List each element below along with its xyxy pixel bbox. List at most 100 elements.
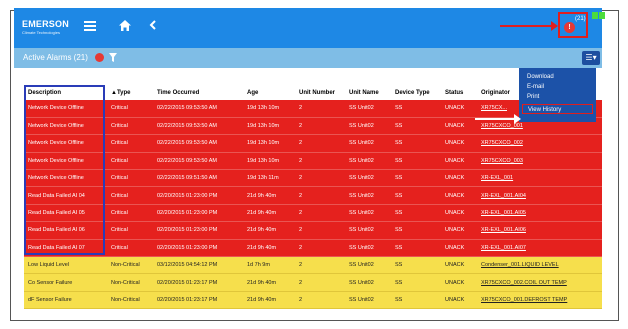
column-header-type[interactable]: ▲Type: [107, 86, 153, 100]
cell-age: 19d 13h 10m: [243, 134, 295, 153]
cell-time-occurred: 02/20/2015 01:23:00 PM: [153, 239, 243, 258]
table-row[interactable]: Read Data Failed AI 04 Critical 02/20/2015…: [24, 186, 602, 205]
callout-arrow-view-history: [475, 114, 521, 124]
cell-time-occurred: 02/22/2015 09:53:50 AM: [153, 117, 243, 136]
cell-unit-number: 2: [295, 152, 345, 171]
actions-menu-button[interactable]: ☰▾: [582, 51, 600, 65]
cell-device-type: SS: [391, 204, 441, 223]
cell-unit-name: SS Unit02: [345, 117, 391, 136]
column-header-time-occurred[interactable]: Time Occurred: [153, 86, 243, 100]
cell-status: UNACK: [441, 221, 477, 240]
active-alarms-title: Active Alarms (21): [23, 53, 88, 62]
column-header-age[interactable]: Age: [243, 86, 295, 100]
cell-description: Network Device Offline: [24, 100, 107, 118]
cell-time-occurred: 02/22/2015 09:51:50 AM: [153, 169, 243, 188]
column-header-description[interactable]: Description: [24, 86, 107, 100]
hamburger-menu-icon[interactable]: [84, 21, 96, 31]
cell-time-occurred: 02/20/2015 01:23:17 PM: [153, 291, 243, 310]
cell-age: 21d 9h 40m: [243, 186, 295, 205]
cell-description: Read Data Failed AI 05: [24, 204, 107, 223]
column-header-unit-name[interactable]: Unit Name: [345, 86, 391, 100]
cell-unit-name: SS Unit02: [345, 186, 391, 205]
filter-icon[interactable]: [109, 53, 117, 62]
home-icon[interactable]: [118, 19, 132, 32]
table-header-row: Description ▲Type Time Occurred Age Unit…: [24, 86, 602, 100]
table-row[interactable]: Low Liquid Level Non-Critical 03/12/2015 0…: [24, 256, 602, 275]
cell-originator[interactable]: XR-EXL_001: [477, 169, 602, 188]
cell-device-type: SS: [391, 291, 441, 310]
back-chevron-icon[interactable]: [149, 20, 157, 30]
top-navigation-bar: EMERSON Climate Technologies ! (21): [14, 8, 605, 48]
cell-unit-number: 2: [295, 134, 345, 153]
cell-description: Read Data Failed AI 06: [24, 221, 107, 240]
cell-device-type: SS: [391, 186, 441, 205]
cell-status: UNACK: [441, 169, 477, 188]
table-row[interactable]: Read Data Failed AI 07 Critical 02/20/2015…: [24, 239, 602, 258]
cell-originator[interactable]: XR75CXCO_003: [477, 152, 602, 171]
cell-type: Non-Critical: [107, 256, 153, 275]
cell-device-type: SS: [391, 239, 441, 258]
cell-originator[interactable]: XR-EXL_001.AI04: [477, 186, 602, 205]
cell-device-type: SS: [391, 117, 441, 136]
cell-unit-number: 2: [295, 204, 345, 223]
cell-type: Critical: [107, 100, 153, 118]
cell-originator[interactable]: XR-EXL_001.AI06: [477, 221, 602, 240]
cell-age: 21d 9h 40m: [243, 221, 295, 240]
cell-originator[interactable]: XR75CXCO_002.COIL OUT TEMP: [477, 273, 602, 292]
alerts-indicator[interactable]: ! (21): [558, 12, 588, 38]
cell-type: Critical: [107, 169, 153, 188]
cell-unit-number: 2: [295, 256, 345, 275]
table-row[interactable]: Read Data Failed AI 06 Critical 02/20/2015…: [24, 221, 602, 240]
menu-item-download[interactable]: Download: [519, 72, 596, 82]
column-header-device-type[interactable]: Device Type: [391, 86, 441, 100]
cell-description: Network Device Offline: [24, 169, 107, 188]
alert-count: (21): [575, 16, 586, 22]
cell-status: UNACK: [441, 239, 477, 258]
cell-type: Critical: [107, 204, 153, 223]
table-row[interactable]: Co Sensor Failure Non-Critical 02/20/2015 …: [24, 273, 602, 292]
cell-description: dF Sensor Failure: [24, 291, 107, 310]
cell-status: UNACK: [441, 134, 477, 153]
cell-originator[interactable]: XR75CXCO_002: [477, 134, 602, 153]
alert-icon: !: [564, 22, 575, 33]
actions-dropdown-menu: Download E-mail Print View History: [519, 68, 596, 122]
cell-unit-name: SS Unit02: [345, 221, 391, 240]
cell-description: Network Device Offline: [24, 152, 107, 171]
cell-unit-number: 2: [295, 273, 345, 292]
emerson-logo: EMERSON Climate Technologies: [22, 19, 72, 35]
cell-unit-name: SS Unit02: [345, 100, 391, 118]
table-row[interactable]: Network Device Offline Critical 02/22/2015…: [24, 134, 602, 153]
cell-age: 19d 13h 10m: [243, 152, 295, 171]
cell-unit-name: SS Unit02: [345, 152, 391, 171]
menu-item-view-history[interactable]: View History: [522, 104, 593, 114]
menu-item-print[interactable]: Print: [519, 92, 596, 102]
cell-age: 19d 13h 11m: [243, 169, 295, 188]
cell-status: UNACK: [441, 273, 477, 292]
table-row[interactable]: dF Sensor Failure Non-Critical 02/20/2015 …: [24, 291, 602, 310]
cell-device-type: SS: [391, 221, 441, 240]
table-row[interactable]: Network Device Offline Critical 02/22/2015…: [24, 152, 602, 171]
table-row[interactable]: Read Data Failed AI 05 Critical 02/20/2015…: [24, 204, 602, 223]
column-header-unit-number[interactable]: Unit Number: [295, 86, 345, 100]
cell-unit-number: 2: [295, 186, 345, 205]
cell-status: UNACK: [441, 204, 477, 223]
cell-originator[interactable]: XR75CXCO_001.DEFROST TEMP: [477, 291, 602, 310]
cell-description: Read Data Failed AI 07: [24, 239, 107, 258]
cell-originator[interactable]: XR-EXL_001.AI05: [477, 204, 602, 223]
cell-type: Critical: [107, 239, 153, 258]
cell-time-occurred: 02/20/2015 01:23:00 PM: [153, 204, 243, 223]
cell-status: UNACK: [441, 100, 477, 118]
cell-status: UNACK: [441, 117, 477, 136]
cell-time-occurred: 02/20/2015 01:23:17 PM: [153, 273, 243, 292]
cell-description: Network Device Offline: [24, 117, 107, 136]
cell-type: Critical: [107, 134, 153, 153]
menu-item-email[interactable]: E-mail: [519, 82, 596, 92]
column-header-status[interactable]: Status: [441, 86, 477, 100]
cell-device-type: SS: [391, 152, 441, 171]
cell-description: Co Sensor Failure: [24, 273, 107, 292]
cell-time-occurred: 02/22/2015 09:53:50 AM: [153, 152, 243, 171]
cell-originator[interactable]: Condenser_001.LIQUID LEVEL: [477, 256, 602, 275]
cell-type: Critical: [107, 186, 153, 205]
table-row[interactable]: Network Device Offline Critical 02/22/2015…: [24, 169, 602, 188]
cell-originator[interactable]: XR-EXL_001.AI07: [477, 239, 602, 258]
